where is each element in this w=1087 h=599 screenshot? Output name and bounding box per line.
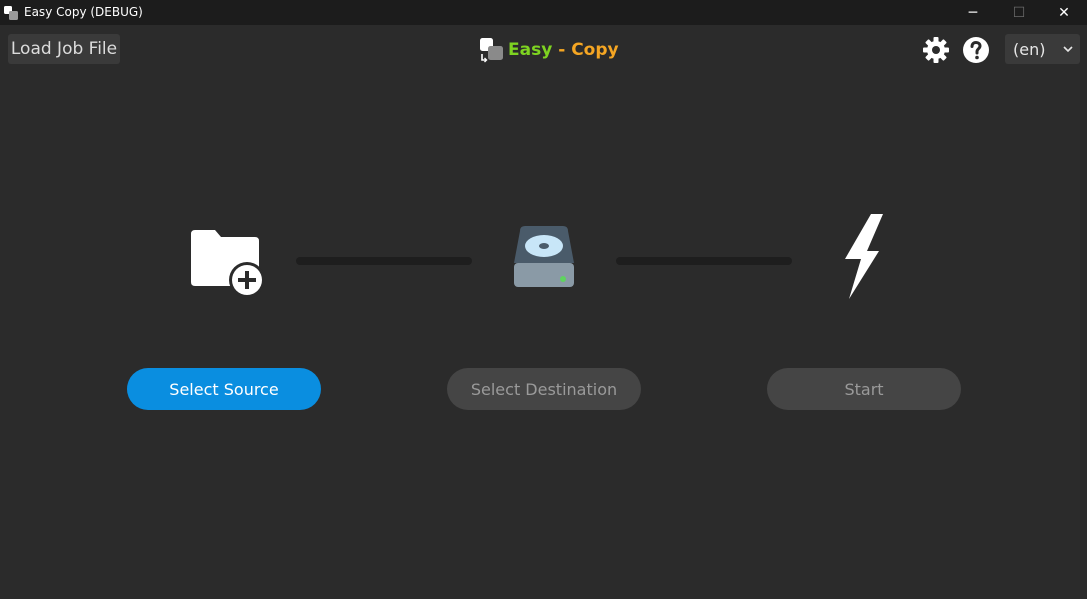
app-header: Load Job File Easy - Copy (en) [0, 25, 1087, 73]
help-icon[interactable] [962, 36, 990, 64]
app-icon [4, 6, 18, 20]
start-button[interactable]: Start [767, 368, 961, 410]
maximize-button[interactable]: ☐ [996, 0, 1042, 25]
language-value: (en) [1013, 39, 1046, 59]
brand-easy: Easy [508, 40, 553, 60]
brand-separator: - [552, 40, 572, 60]
minimize-button[interactable]: ─ [950, 0, 996, 25]
select-destination-button[interactable]: Select Destination [447, 368, 641, 410]
step-connector [616, 257, 792, 265]
brand-title: Easy - Copy [508, 40, 619, 60]
folder-add-icon [191, 230, 265, 298]
window-title: Easy Copy (DEBUG) [24, 5, 143, 19]
load-job-file-button[interactable]: Load Job File [8, 34, 120, 64]
gear-icon[interactable] [922, 36, 950, 64]
brand: Easy - Copy [478, 37, 619, 63]
step-connector [296, 257, 472, 265]
easy-copy-logo-icon [480, 38, 503, 63]
close-button[interactable]: ✕ [1041, 0, 1087, 25]
hard-drive-icon [514, 226, 574, 287]
lightning-icon [845, 214, 883, 299]
language-select[interactable]: (en) [1005, 34, 1080, 64]
title-bar: Easy Copy (DEBUG) ─ ☐ ✕ [0, 0, 1087, 25]
select-source-button[interactable]: Select Source [127, 368, 321, 410]
chevron-down-icon [1063, 46, 1073, 53]
brand-copy: Copy [571, 40, 619, 60]
